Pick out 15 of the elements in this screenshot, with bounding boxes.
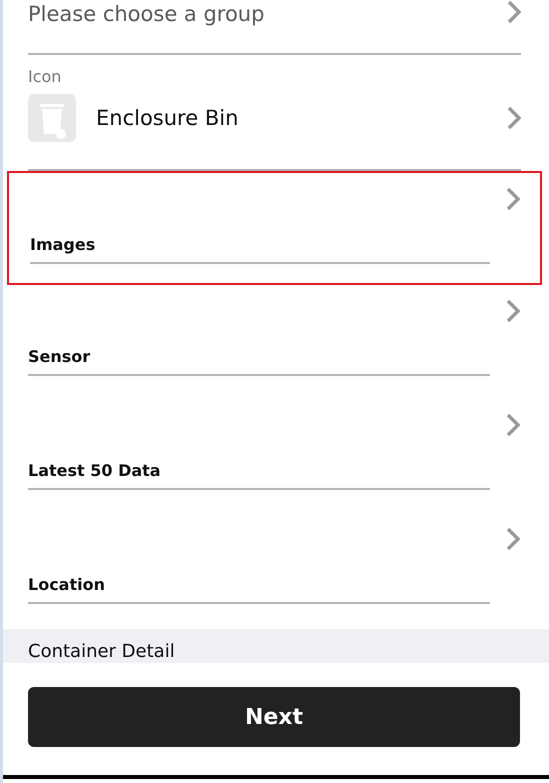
link-label[interactable]: Images [30,235,96,254]
link-label[interactable]: Location [28,575,105,594]
group-select-placeholder[interactable]: Please choose a group [28,2,264,26]
chevron-icon [506,413,520,437]
link-label[interactable]: Sensor [28,347,90,366]
section-header: Container Detail [3,629,549,663]
icon-label: Icon [28,67,62,86]
icon-value[interactable]: Enclosure Bin [96,106,487,130]
chevron-icon [507,106,521,130]
chevron-icon [506,187,520,211]
chevron-icon [506,299,520,323]
chevron-icon [506,527,520,551]
next-button[interactable]: Next [28,687,520,747]
chevron-icon [507,0,521,24]
link-label[interactable]: Latest 50 Data [28,461,161,480]
